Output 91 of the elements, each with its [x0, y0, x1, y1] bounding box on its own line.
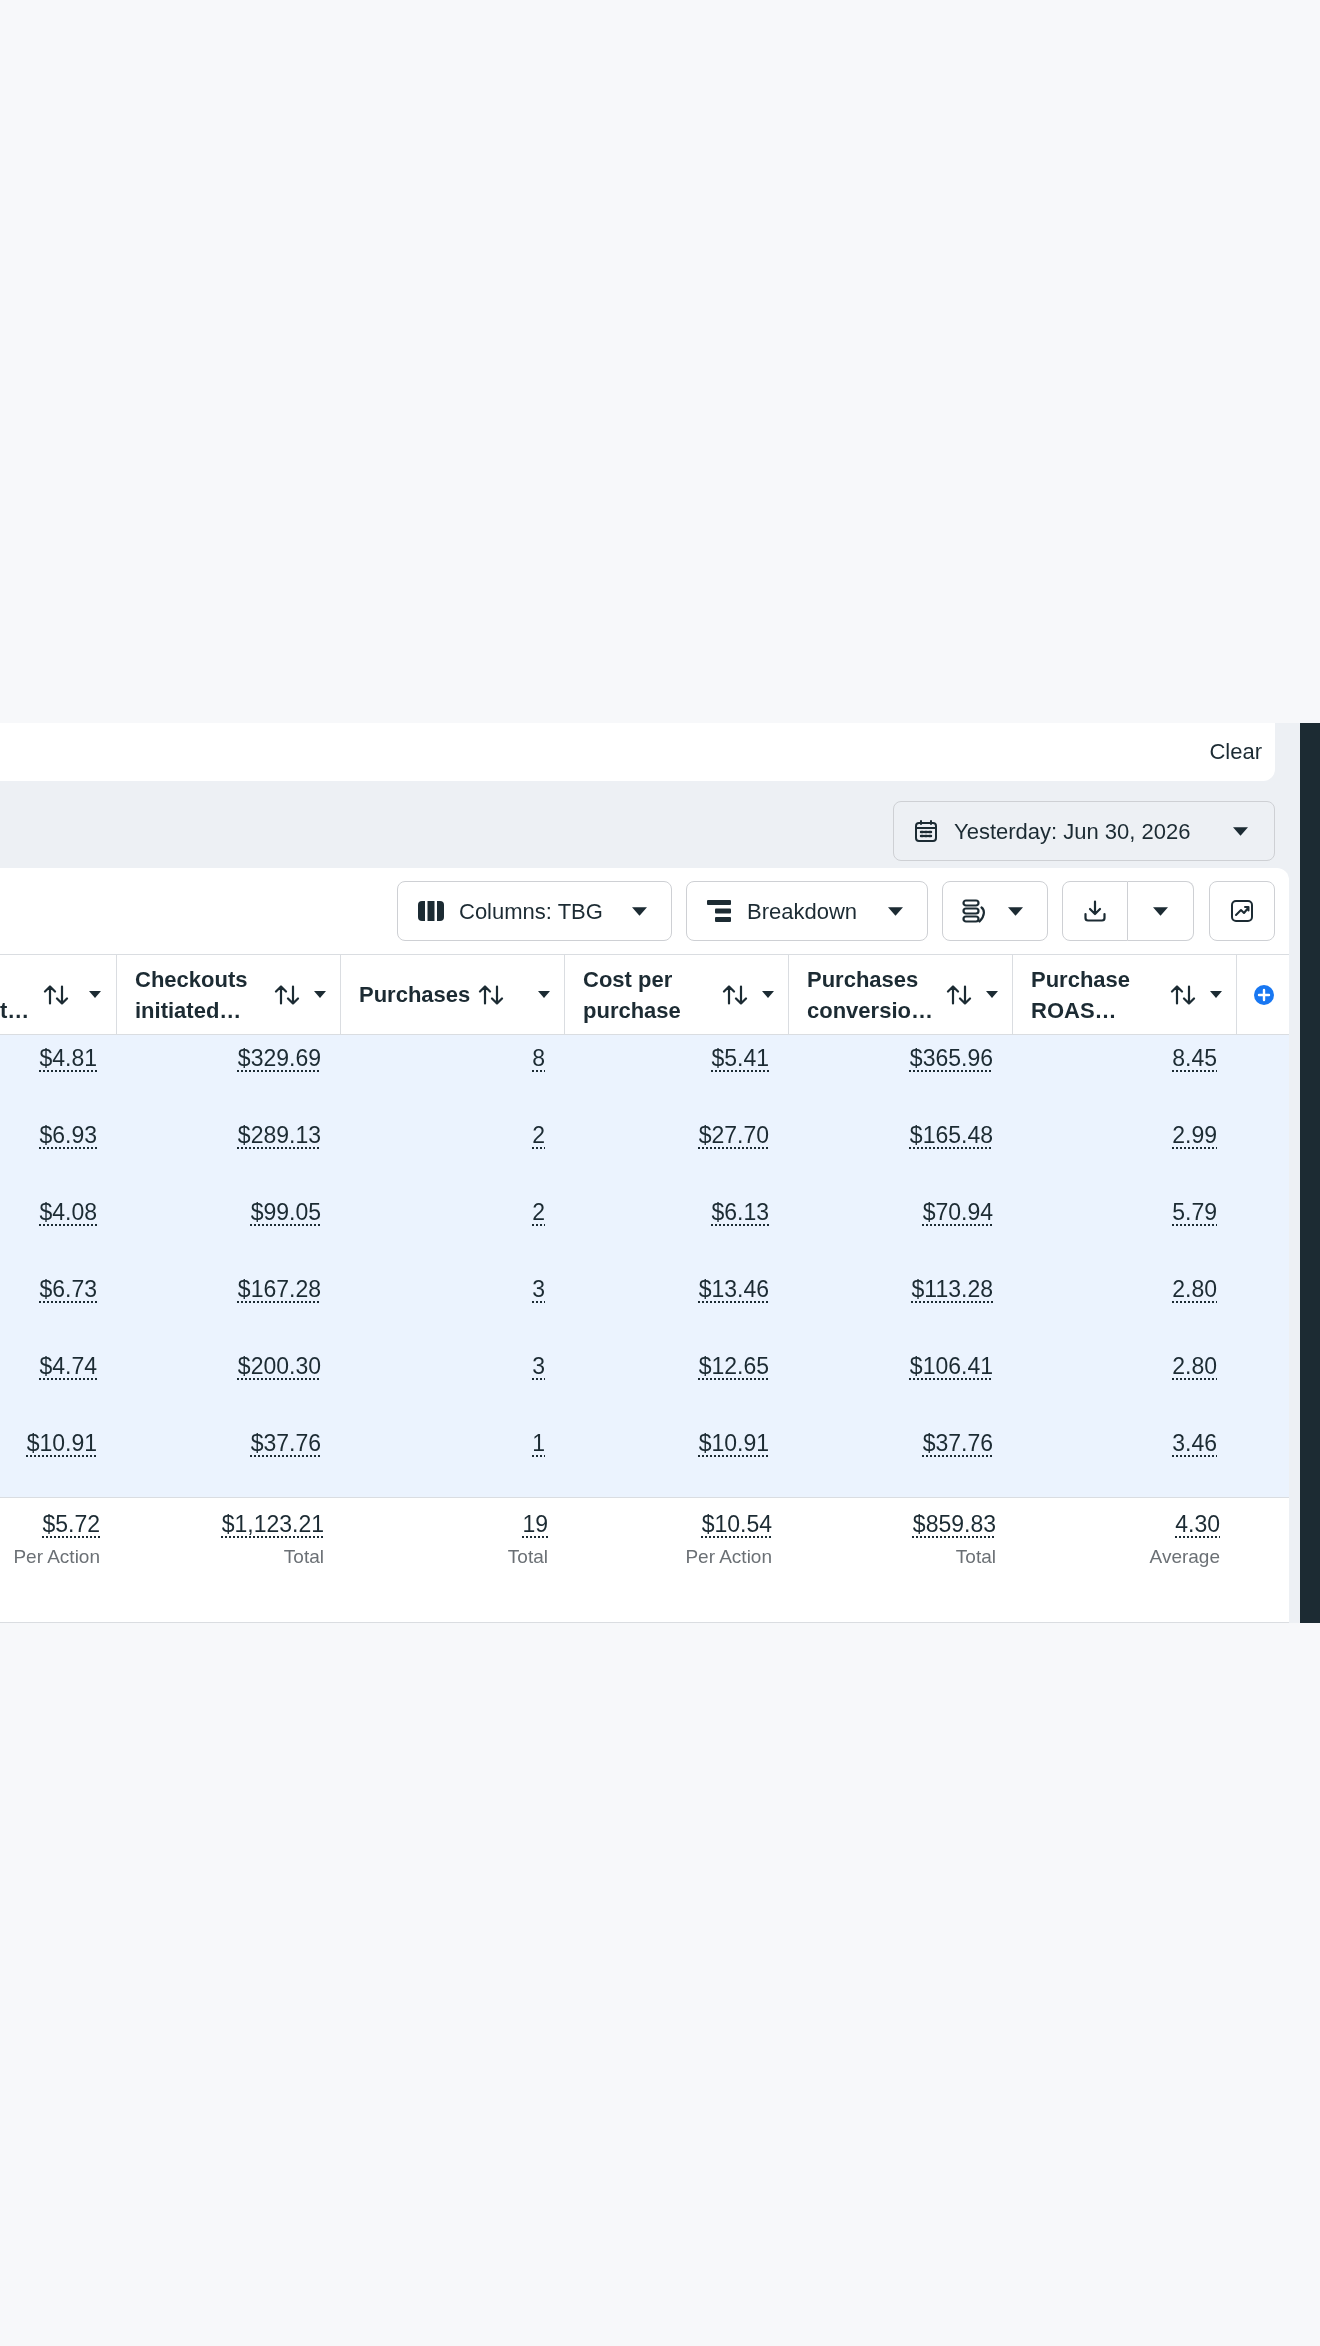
total-value: $859.83: [912, 1510, 996, 1538]
sort-icon[interactable]: [946, 984, 972, 1005]
stacked-disks-icon: [962, 899, 987, 923]
caret-icon[interactable]: [632, 906, 647, 916]
columns-icon: [418, 901, 444, 921]
sort-icon[interactable]: [722, 984, 748, 1005]
clear-button[interactable]: Clear: [1209, 738, 1262, 766]
metric-value: 2.80: [1172, 1352, 1217, 1380]
total-value: $10.54: [701, 1510, 772, 1538]
caret-icon[interactable]: [314, 991, 326, 998]
metric-value: $5.41: [711, 1044, 769, 1072]
sort-icon[interactable]: [478, 984, 505, 1005]
metric-value: 8.45: [1172, 1044, 1217, 1072]
download-button[interactable]: [1062, 881, 1128, 941]
total-value: 19: [522, 1510, 548, 1538]
metric-value: $4.81: [39, 1044, 97, 1072]
metric-value: $4.74: [39, 1352, 97, 1380]
total-caption: Per Action: [13, 1545, 100, 1569]
metric-value: $113.28: [911, 1275, 993, 1303]
table-row[interactable]: $4.74 $200.30 3 $12.65 $106.41 2.80: [0, 1343, 1289, 1420]
reports-menu-button[interactable]: [942, 881, 1048, 941]
caret-icon[interactable]: [1210, 991, 1222, 998]
column-header: Purchases conversio…: [807, 965, 934, 1025]
metric-value: $167.28: [237, 1275, 321, 1303]
caret-icon[interactable]: [888, 906, 903, 916]
date-range-button[interactable]: Yesterday: Jun 30, 2026: [893, 801, 1275, 861]
metric-value: $106.41: [909, 1352, 993, 1380]
metric-value: $27.70: [698, 1121, 769, 1149]
total-value: $1,123.21: [221, 1510, 324, 1538]
metric-value: 3: [532, 1352, 545, 1380]
caret-icon[interactable]: [1153, 906, 1168, 916]
column-header: Cost per purchase: [583, 965, 682, 1025]
total-value: 4.30: [1175, 1510, 1220, 1538]
metric-value: 1: [532, 1429, 545, 1457]
metric-value: $12.65: [698, 1352, 769, 1380]
caret-icon[interactable]: [762, 991, 774, 998]
metric-value: 8: [532, 1044, 545, 1072]
metric-value: 2: [532, 1121, 545, 1149]
metric-value: $200.30: [237, 1352, 321, 1380]
total-caption: Per Action: [685, 1545, 772, 1569]
metric-value: $37.76: [250, 1429, 321, 1457]
column-header: Purchase ROAS…: [1031, 965, 1132, 1025]
stacked-bars-icon: [707, 900, 731, 922]
metric-value: $6.73: [39, 1275, 97, 1303]
calendar-icon: [915, 820, 937, 842]
caret-icon[interactable]: [1233, 826, 1248, 836]
metric-value: $6.13: [711, 1198, 769, 1226]
metric-value: $165.48: [909, 1121, 993, 1149]
metric-value: 3: [532, 1275, 545, 1303]
total-caption: Average: [1149, 1545, 1220, 1569]
breakdown-button[interactable]: Breakdown: [686, 881, 928, 941]
caret-icon[interactable]: [89, 991, 101, 998]
table-row[interactable]: $6.93 $289.13 2 $27.70 $165.48 2.99: [0, 1112, 1289, 1189]
total-caption: Total: [283, 1545, 324, 1569]
metric-value: $37.76: [922, 1429, 993, 1457]
download-icon: [1084, 900, 1106, 922]
metric-value: 2: [532, 1198, 545, 1226]
caret-icon[interactable]: [1008, 906, 1023, 916]
metric-value: $329.69: [237, 1044, 321, 1072]
metric-value: $365.96: [909, 1044, 993, 1072]
metric-value: $70.94: [922, 1198, 993, 1226]
chart-button[interactable]: [1209, 881, 1275, 941]
table-row[interactable]: $10.91 $37.76 1 $10.91 $37.76 3.46: [0, 1420, 1289, 1497]
metric-value: 2.99: [1172, 1121, 1217, 1149]
metric-value: $10.91: [26, 1429, 97, 1457]
metric-value: $6.93: [39, 1121, 97, 1149]
columns-button[interactable]: Columns: TBG: [397, 881, 672, 941]
column-header: t…: [0, 996, 30, 1025]
metric-value: $99.05: [250, 1198, 321, 1226]
metric-value: $13.46: [698, 1275, 769, 1303]
total-caption: Total: [955, 1545, 996, 1569]
column-header: Purchases: [359, 981, 471, 1009]
metric-value: 2.80: [1172, 1275, 1217, 1303]
column-header: Checkouts initiated…: [135, 965, 249, 1025]
table-row[interactable]: $4.81 $329.69 8 $5.41 $365.96 8.45: [0, 1035, 1289, 1112]
table-row[interactable]: $4.08 $99.05 2 $6.13 $70.94 5.79: [0, 1189, 1289, 1266]
sort-icon[interactable]: [43, 984, 70, 1005]
caret-icon[interactable]: [986, 991, 998, 998]
metric-value: 3.46: [1172, 1429, 1217, 1457]
metric-value: $10.91: [698, 1429, 769, 1457]
caret-icon[interactable]: [538, 991, 550, 998]
chart-icon: [1231, 900, 1253, 922]
metric-value: $289.13: [237, 1121, 321, 1149]
total-caption: Total: [507, 1545, 548, 1569]
plus-icon[interactable]: [1254, 984, 1274, 1005]
metric-value: $4.08: [39, 1198, 97, 1226]
sort-icon[interactable]: [1170, 984, 1196, 1005]
metric-value: 5.79: [1172, 1198, 1217, 1226]
total-value: $5.72: [42, 1510, 100, 1538]
sort-icon[interactable]: [274, 984, 300, 1005]
table-row[interactable]: $6.73 $167.28 3 $13.46 $113.28 2.80: [0, 1266, 1289, 1343]
